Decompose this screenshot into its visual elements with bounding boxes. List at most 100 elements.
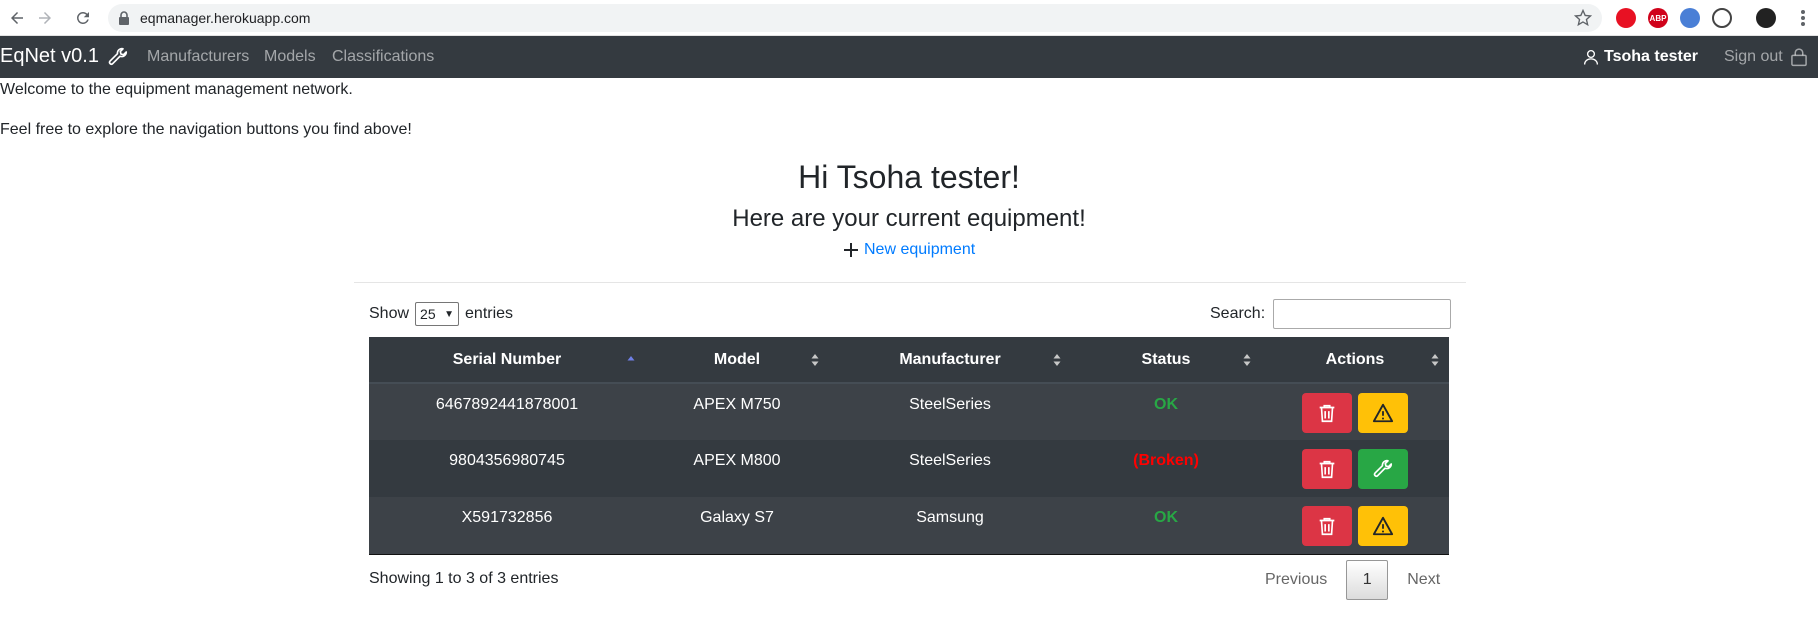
header-model-label: Model	[713, 350, 761, 368]
header-status[interactable]: Status	[1071, 337, 1261, 383]
forward-button[interactable]	[32, 5, 58, 31]
plus-icon	[844, 243, 858, 257]
header-status-label: Status	[1141, 350, 1191, 368]
arrow-left-icon	[11, 12, 23, 24]
header-serial-number[interactable]: Serial Number	[369, 337, 645, 383]
trash-icon	[1319, 460, 1335, 479]
new-equipment-label: New equipment	[864, 241, 976, 258]
pagination: Previous 1 Next	[1250, 560, 1455, 600]
entries-length-control: Show 25 ▼ entries	[369, 302, 513, 326]
warning-triangle-icon	[1372, 516, 1394, 536]
back-button[interactable]	[4, 5, 30, 31]
reload-icon	[76, 11, 89, 24]
entries-select[interactable]: 25 ▼	[415, 302, 460, 326]
signout-label: Sign out	[1724, 48, 1783, 65]
reload-button[interactable]	[70, 5, 96, 31]
wrench-icon	[1373, 459, 1393, 477]
cell-actions	[1261, 440, 1449, 497]
report-broken-button[interactable]	[1358, 506, 1408, 546]
extension-blue-icon[interactable]	[1680, 8, 1700, 28]
search-label: Search:	[1210, 305, 1266, 322]
cell-serial: 9804356980745	[449, 452, 565, 469]
report-broken-button[interactable]	[1358, 393, 1408, 433]
warning-triangle-icon	[1372, 403, 1394, 423]
sort-both-icon	[811, 354, 819, 366]
table-info: Showing 1 to 3 of 3 entries	[369, 570, 559, 587]
welcome-text: Welcome to the equipment management netw…	[0, 81, 353, 98]
cell-model: APEX M800	[693, 452, 781, 469]
bookmark-star-icon[interactable]	[1574, 9, 1592, 27]
table-search: Search:	[1210, 299, 1452, 329]
trash-icon	[1319, 404, 1335, 423]
entries-label: entries	[465, 305, 514, 322]
cell-manufacturer: SteelSeries	[909, 452, 991, 469]
cell-serial: X591732856	[461, 509, 553, 526]
equipment-table: Serial Number Model Manufacturer Status …	[369, 337, 1449, 555]
header-actions-label: Actions	[1325, 350, 1385, 368]
address-bar[interactable]: eqmanager.herokuapp.com	[108, 4, 1602, 32]
brand[interactable]: EqNet v0.1	[0, 45, 129, 68]
repair-button[interactable]	[1358, 449, 1408, 489]
delete-button[interactable]	[1302, 449, 1352, 489]
cell-actions	[1261, 497, 1449, 554]
previous-button[interactable]: Previous	[1250, 571, 1342, 589]
brand-label: EqNet v0.1	[0, 45, 99, 67]
delete-button[interactable]	[1302, 393, 1352, 433]
header-manufacturer[interactable]: Manufacturer	[829, 337, 1071, 383]
nav-models[interactable]: Models	[264, 48, 316, 66]
sort-both-icon	[1053, 354, 1061, 366]
cell-model: Galaxy S7	[700, 509, 774, 526]
chrome-menu-icon[interactable]	[1800, 8, 1806, 28]
explore-text: Feel free to explore the navigation butt…	[0, 121, 412, 138]
header-serial-number-label: Serial Number	[452, 350, 562, 368]
header-model[interactable]: Model	[645, 337, 829, 383]
table-header-row: Serial Number Model Manufacturer Status …	[369, 337, 1449, 383]
cell-serial: 6467892441878001	[435, 396, 579, 413]
header-manufacturer-label: Manufacturer	[899, 350, 1001, 368]
browser-toolbar: eqmanager.herokuapp.com ABP	[0, 0, 1818, 36]
divider	[354, 282, 1466, 283]
show-label: Show	[369, 305, 410, 322]
cell-status: OK	[1154, 396, 1178, 413]
cell-manufacturer: SteelSeries	[909, 396, 991, 413]
search-input[interactable]	[1273, 299, 1452, 329]
cell-manufacturer: Samsung	[916, 509, 984, 526]
abp-label: ABP	[1649, 13, 1667, 23]
lock-icon	[1790, 48, 1807, 67]
nav-user-label: Tsoha tester	[1604, 48, 1698, 65]
profile-avatar-icon[interactable]	[1756, 8, 1776, 28]
greeting-heading: Hi Tsoha tester!	[798, 159, 1020, 195]
wrench-icon	[108, 47, 128, 65]
opera-icon[interactable]	[1616, 8, 1636, 28]
arrow-right-icon	[39, 12, 51, 24]
extension-sync-icon[interactable]	[1712, 8, 1732, 28]
table-row: X591732856 Galaxy S7 Samsung OK	[369, 497, 1449, 554]
nav-manufacturers[interactable]: Manufacturers	[147, 48, 249, 66]
sort-both-icon	[1431, 354, 1439, 366]
header-actions[interactable]: Actions	[1261, 337, 1449, 383]
sort-both-icon	[1243, 354, 1251, 366]
caret-down-icon: ▼	[444, 308, 455, 320]
table-row: 9804356980745 APEX M800 SteelSeries (Bro…	[369, 440, 1449, 497]
new-equipment-link[interactable]: New equipment	[842, 241, 975, 259]
page-1-button[interactable]: 1	[1346, 560, 1389, 600]
nav-user[interactable]: Tsoha tester	[1582, 48, 1698, 66]
nav-classifications[interactable]: Classifications	[332, 48, 434, 66]
user-icon	[1583, 49, 1599, 65]
app-navbar: EqNet v0.1 Manufacturers Models Classifi…	[0, 36, 1818, 78]
cell-status: (Broken)	[1133, 452, 1199, 469]
abp-icon[interactable]: ABP	[1648, 8, 1668, 28]
cell-actions	[1261, 383, 1449, 440]
trash-icon	[1319, 517, 1335, 536]
signout-link[interactable]: Sign out	[1724, 47, 1809, 67]
cell-status: OK	[1154, 509, 1178, 526]
equipment-subtitle: Here are your current equipment!	[732, 205, 1086, 232]
cell-model: APEX M750	[693, 396, 781, 413]
next-button[interactable]: Next	[1392, 571, 1455, 589]
table-row: 6467892441878001 APEX M750 SteelSeries O…	[369, 383, 1449, 440]
url-text: eqmanager.herokuapp.com	[140, 10, 311, 26]
lock-icon	[119, 11, 129, 25]
sort-asc-icon	[627, 356, 635, 361]
delete-button[interactable]	[1302, 506, 1352, 546]
entries-select-value: 25	[420, 306, 436, 322]
